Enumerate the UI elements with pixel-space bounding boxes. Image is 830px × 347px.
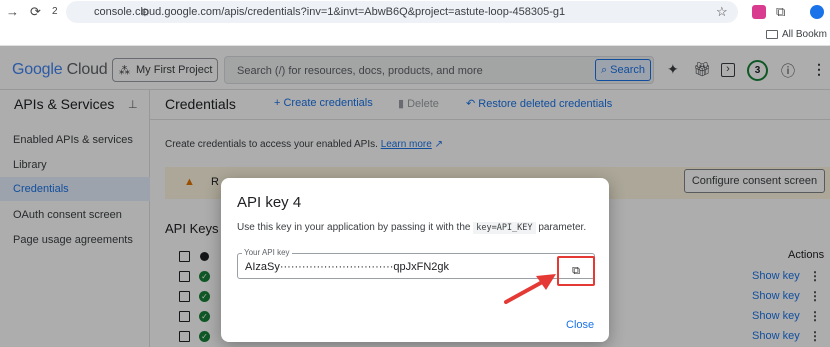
annotation-arrow (504, 274, 556, 304)
browser-toolbar: → ⟳ 2 ⚙ console.cloud.google.com/apis/cr… (0, 0, 830, 26)
copy-icon: ⧉ (572, 264, 580, 277)
reload-icon[interactable]: ⟳ (30, 4, 41, 20)
forward-arrow-icon[interactable]: → (6, 4, 19, 19)
api-key-field-label: Your API key (242, 248, 292, 257)
api-key-dialog: API key 4 Use this key in your applicati… (221, 178, 609, 342)
api-key-value[interactable]: AIzaSy·······························qpJ… (245, 261, 449, 273)
tab-count: 2 (52, 6, 58, 17)
star-icon[interactable]: ☆ (716, 4, 728, 20)
profile-avatar[interactable] (810, 5, 824, 19)
dialog-title: API key 4 (237, 194, 302, 211)
dialog-description: Use this key in your application by pass… (237, 222, 587, 234)
desc-after: parameter. (538, 222, 587, 233)
extension-icon[interactable] (752, 5, 766, 19)
folder-icon (766, 30, 778, 39)
bookmarks-bar: All Bookm (0, 26, 830, 46)
copy-key-button[interactable]: ⧉ (557, 256, 595, 286)
desc-before: Use this key in your application by pass… (237, 222, 471, 233)
desc-code: key=API_KEY (473, 222, 536, 234)
url-text: console.cloud.google.com/apis/credential… (94, 6, 566, 18)
close-button[interactable]: Close (566, 319, 594, 331)
all-bookmarks-label[interactable]: All Bookm (782, 29, 827, 40)
puzzle-icon[interactable]: ⧉ (776, 4, 785, 20)
